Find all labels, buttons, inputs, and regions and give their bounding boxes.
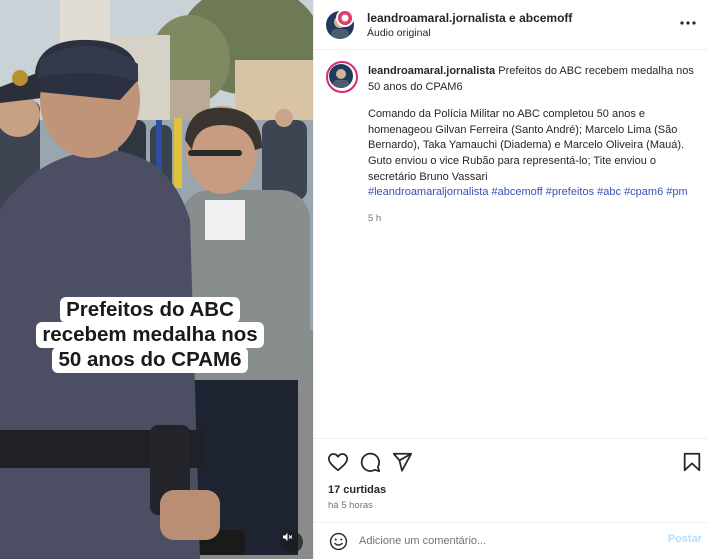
emoji-button[interactable]: [329, 532, 348, 551]
post-details-panel: leandroamaral.jornalista e abcemoff Áudi…: [313, 0, 707, 559]
hashtag-link[interactable]: #abcemoff: [492, 186, 543, 198]
post-video[interactable]: Prefeitos do ABC recebem medalha nos 50 …: [0, 0, 313, 559]
hashtag-link[interactable]: #abc: [597, 186, 621, 198]
bookmark-icon: [683, 452, 701, 472]
like-button[interactable]: [327, 451, 349, 473]
overlay-line: Prefeitos do ABC: [60, 297, 240, 323]
audio-label[interactable]: Áudio original: [367, 27, 431, 39]
post-header: leandroamaral.jornalista e abcemoff Áudi…: [314, 0, 707, 50]
save-button[interactable]: [681, 451, 703, 473]
heart-icon: [327, 453, 349, 472]
caption-body: Comando da Polícia Militar no ABC comple…: [368, 108, 685, 183]
video-frame-illustration: [0, 0, 313, 559]
post-author-names[interactable]: leandroamaral.jornalista e abcemoff: [367, 11, 572, 25]
more-options-button[interactable]: [678, 14, 698, 32]
post-caption: leandroamaral.jornalista Prefeitos do AB…: [368, 64, 698, 226]
comment-icon: [360, 452, 381, 473]
overlay-line: recebem medalha nos: [36, 322, 264, 348]
action-bar: [314, 438, 707, 483]
post-timestamp[interactable]: há 5 horas: [328, 500, 373, 511]
comment-input[interactable]: [359, 531, 639, 551]
overlay-line: 50 anos do CPAM6: [52, 347, 248, 373]
caption-timestamp[interactable]: 5 h: [368, 211, 698, 227]
caption-author-avatar[interactable]: [326, 61, 358, 93]
hashtag-link[interactable]: #prefeitos: [546, 186, 594, 198]
add-comment-bar: Postar: [314, 522, 707, 559]
comment-button[interactable]: [359, 451, 381, 473]
post-comment-button[interactable]: Postar: [668, 533, 702, 545]
hashtag-link[interactable]: #cpam6: [624, 186, 663, 198]
hashtag-link[interactable]: #leandroamaraljornalista: [368, 186, 488, 198]
profile-picture: [329, 64, 353, 88]
likes-count[interactable]: 17 curtidas: [328, 484, 386, 496]
more-horizontal-icon: [680, 21, 696, 25]
avatar-secondary[interactable]: [336, 9, 354, 27]
hashtag-link[interactable]: #pm: [666, 186, 687, 198]
emoji-smile-icon: [329, 532, 348, 551]
video-text-overlay: Prefeitos do ABC recebem medalha nos 50 …: [18, 297, 282, 373]
send-icon: [392, 452, 413, 472]
share-button[interactable]: [391, 451, 413, 473]
profile-picture: [338, 11, 352, 25]
mute-toggle-button[interactable]: [281, 531, 303, 553]
hashtag-list: #leandroamaraljornalista #abcemoff #pref…: [368, 185, 698, 201]
speaker-muted-icon: [283, 533, 293, 541]
caption-username[interactable]: leandroamaral.jornalista: [368, 65, 495, 77]
